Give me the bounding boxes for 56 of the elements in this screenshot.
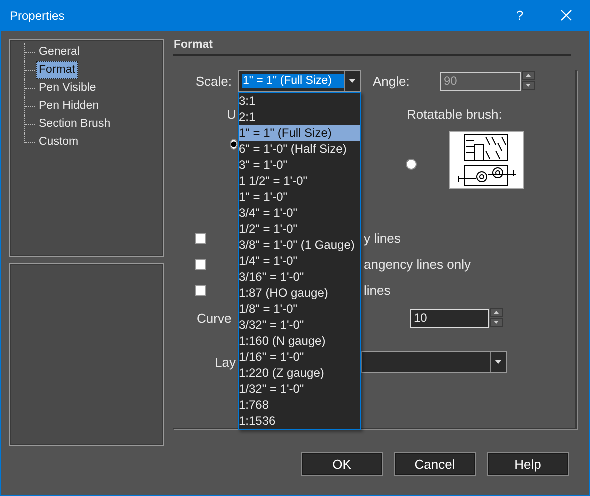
scale-option[interactable]: 3" = 1'-0" — [239, 157, 360, 173]
curve-spinner[interactable] — [490, 308, 503, 328]
tree-item[interactable]: Pen Visible — [36, 79, 100, 97]
label-fragment: U — [227, 106, 236, 122]
dialog-button[interactable]: Help — [487, 452, 569, 476]
scale-option[interactable]: 1" = 1'-0" — [239, 189, 360, 205]
scale-option[interactable]: 3/32" = 1'-0" — [239, 317, 360, 333]
caret-icon — [349, 79, 356, 83]
tree-item[interactable]: Custom — [36, 133, 82, 151]
angle-spinner[interactable] — [522, 71, 535, 91]
scale-option[interactable]: 1/16" = 1'-0" — [239, 349, 360, 365]
tree-item[interactable]: General — [36, 43, 83, 61]
layer-label: Lay — [215, 354, 236, 370]
scale-option[interactable]: 1/8" = 1'-0" — [239, 301, 360, 317]
scale-option[interactable]: 1/2" = 1'-0" — [239, 221, 360, 237]
scale-dropdown[interactable]: 1" = 1" (Full Size) — [238, 70, 361, 92]
checkbox-label: lines — [364, 282, 391, 298]
dialog-button[interactable]: Cancel — [394, 452, 476, 476]
scale-option[interactable]: 1:160 (N gauge) — [239, 333, 360, 349]
scale-option[interactable]: 3:1 — [239, 93, 360, 109]
angle-label: Angle: — [373, 74, 411, 88]
scale-label: Scale: — [194, 74, 233, 88]
close-icon — [560, 10, 572, 21]
scale-option[interactable]: 1/32" = 1'-0" — [239, 381, 360, 397]
help-button[interactable]: ? — [497, 0, 543, 31]
scale-option[interactable]: 1 1/2" = 1'-0" — [239, 173, 360, 189]
scale-option[interactable]: 3/16" = 1'-0" — [239, 269, 360, 285]
caret-icon — [495, 360, 502, 364]
window-title: Properties — [9, 8, 66, 22]
layer-dropdown[interactable] — [361, 351, 507, 373]
scale-option[interactable]: 1:87 (HO gauge) — [239, 285, 360, 301]
tree-item[interactable]: Section Brush — [36, 115, 114, 133]
scale-option[interactable]: 1" = 1" (Full Size) — [239, 125, 360, 141]
checkbox-label: angency lines only — [364, 256, 471, 272]
scale-option[interactable]: 1/4" = 1'-0" — [239, 253, 360, 269]
scale-option[interactable]: 6" = 1'-0" (Half Size) — [239, 141, 360, 157]
rotatable-brush-label: Rotatable brush: — [407, 106, 502, 122]
checkbox-label: y lines — [364, 230, 401, 246]
curve-field[interactable]: 10 — [410, 308, 489, 328]
tree-item[interactable]: Format — [36, 61, 78, 79]
section-title: Format — [173, 39, 571, 56]
scale-option[interactable]: 1:768 — [239, 397, 360, 413]
checkbox[interactable] — [195, 258, 206, 270]
radio-button[interactable] — [406, 158, 417, 170]
checkbox[interactable] — [195, 232, 206, 244]
scale-option[interactable]: 3/4" = 1'-0" — [239, 205, 360, 221]
radio-button[interactable] — [230, 139, 238, 150]
scale-option[interactable]: 2:1 — [239, 109, 360, 125]
scale-option[interactable]: 3/8" = 1'-0" (1 Gauge) — [239, 237, 360, 253]
checkbox[interactable] — [195, 284, 206, 296]
tree-item[interactable]: Pen Hidden — [36, 97, 102, 115]
scale-option[interactable]: 1:220 (Z gauge) — [239, 365, 360, 381]
dialog-button[interactable]: OK — [301, 452, 383, 476]
scale-option[interactable]: 1:1536 — [239, 413, 360, 429]
scale-value: 1" = 1" (Full Size) — [242, 74, 344, 88]
curve-label: Curve — [197, 310, 232, 326]
